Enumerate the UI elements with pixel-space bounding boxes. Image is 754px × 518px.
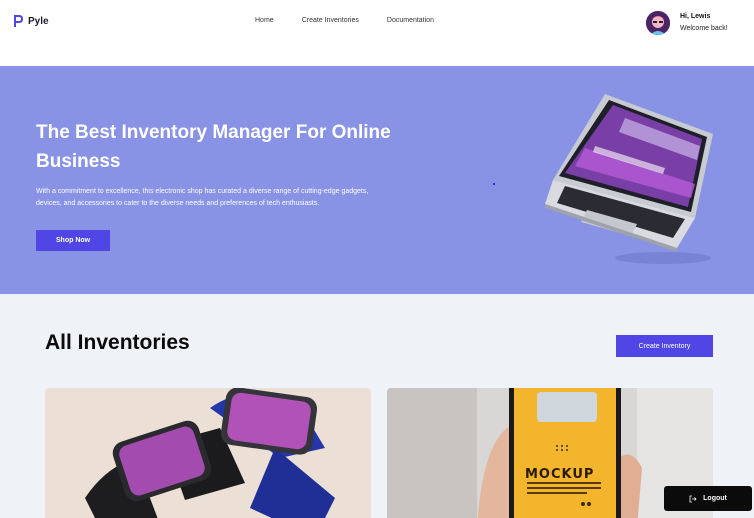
logout-button[interactable]: Logout — [664, 486, 752, 511]
section-title: All Inventories — [45, 331, 190, 354]
hero-description: With a commitment to excellence, this el… — [36, 188, 369, 207]
nav-documentation[interactable]: Documentation — [387, 17, 434, 24]
hero-dot — [493, 183, 495, 185]
nav-home[interactable]: Home — [255, 17, 274, 24]
main-nav: Home Create Inventories Documentation — [255, 17, 434, 24]
hero-title: The Best Inventory Manager For Online Bu… — [36, 122, 391, 172]
user-greeting: Hi, Lewis — [680, 13, 711, 20]
user-profile[interactable]: Hi, Lewis Welcome back! — [646, 11, 728, 35]
pyle-logo-icon — [14, 15, 23, 27]
brand-name: Pyle — [28, 15, 49, 27]
hero-banner: The Best Inventory Manager For Online Bu… — [0, 66, 754, 294]
nav-create-inventories[interactable]: Create Inventories — [302, 17, 359, 24]
avatar[interactable] — [646, 11, 670, 35]
inventory-card[interactable] — [45, 388, 371, 518]
smartwatch-image — [45, 388, 371, 518]
logout-label: Logout — [703, 495, 727, 502]
top-header: Pyle Home Create Inventories Documentati… — [0, 0, 754, 66]
create-inventory-button[interactable]: Create Inventory — [616, 335, 713, 357]
avatar-image — [646, 11, 670, 35]
shop-now-button[interactable]: Shop Now — [36, 230, 110, 251]
mockup-label: MOCKUP — [525, 467, 595, 482]
brand-logo[interactable]: Pyle — [12, 14, 49, 28]
logout-icon — [689, 495, 697, 502]
user-info: Hi, Lewis Welcome back! — [680, 11, 728, 35]
laptop-image — [545, 94, 713, 264]
user-welcome: Welcome back! — [680, 25, 728, 32]
